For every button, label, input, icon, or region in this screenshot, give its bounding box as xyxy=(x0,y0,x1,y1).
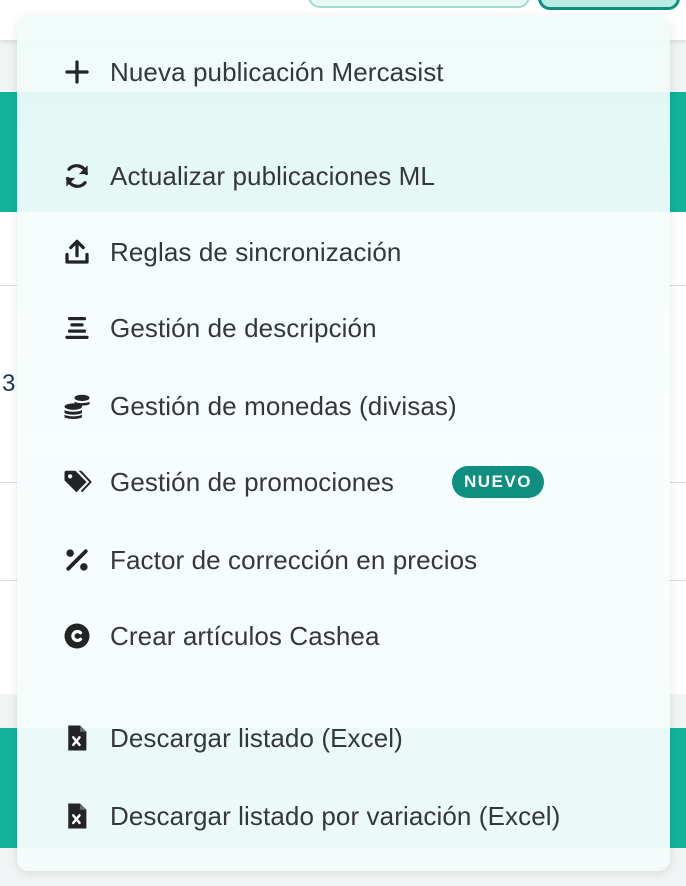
toolbar-outline-button[interactable] xyxy=(308,0,530,8)
tags-icon xyxy=(61,466,93,498)
menu-item-label: Reglas de sincronización xyxy=(110,236,402,267)
menu-item-new-publication[interactable]: Nueva publicación Mercasist xyxy=(17,44,670,100)
plus-icon xyxy=(61,56,93,88)
menu-item-label: Descargar listado (Excel) xyxy=(110,722,403,753)
copyright-icon xyxy=(61,620,93,652)
menu-item-currency-management[interactable]: Gestión de monedas (divisas) xyxy=(17,378,670,434)
menu-item-sync-rules[interactable]: Reglas de sincronización xyxy=(17,224,670,280)
menu-item-description-management[interactable]: Gestión de descripción xyxy=(17,300,670,356)
refresh-icon xyxy=(61,160,93,192)
menu-item-label: Factor de corrección en precios xyxy=(110,544,478,575)
menu-item-download-list-by-variation-excel[interactable]: Descargar listado por variación (Excel) xyxy=(17,788,670,844)
menu-item-label: Descargar listado por variación (Excel) xyxy=(110,800,561,831)
upload-icon xyxy=(61,236,93,268)
menu-item-label: Actualizar publicaciones ML xyxy=(110,160,435,191)
file-excel-icon xyxy=(61,800,93,832)
menu-item-label: Gestión de descripción xyxy=(110,312,377,343)
menu-item-label: Nueva publicación Mercasist xyxy=(110,56,444,87)
menu-item-price-correction-factor[interactable]: Factor de corrección en precios xyxy=(17,532,670,588)
toolbar-actions-button[interactable] xyxy=(538,0,680,10)
menu-item-download-list-excel[interactable]: Descargar listado (Excel) xyxy=(17,710,670,766)
new-badge: NUEVO xyxy=(452,466,544,498)
menu-item-create-cashea-articles[interactable]: Crear artículos Cashea xyxy=(17,608,670,664)
background-cell-text: 3 xyxy=(2,370,16,397)
actions-dropdown-menu: Nueva publicación Mercasist Actualizar p… xyxy=(17,16,670,871)
menu-item-refresh-publications[interactable]: Actualizar publicaciones ML xyxy=(17,148,670,204)
align-center-icon xyxy=(61,312,93,344)
file-excel-icon xyxy=(61,722,93,754)
menu-item-promotions-management[interactable]: Gestión de promociones NUEVO xyxy=(17,454,670,510)
menu-item-label: Gestión de monedas (divisas) xyxy=(110,390,457,421)
percent-icon xyxy=(61,544,93,576)
coins-icon xyxy=(61,390,93,422)
menu-item-label: Gestión de promociones xyxy=(110,466,395,497)
menu-item-label: Crear artículos Cashea xyxy=(110,620,380,651)
